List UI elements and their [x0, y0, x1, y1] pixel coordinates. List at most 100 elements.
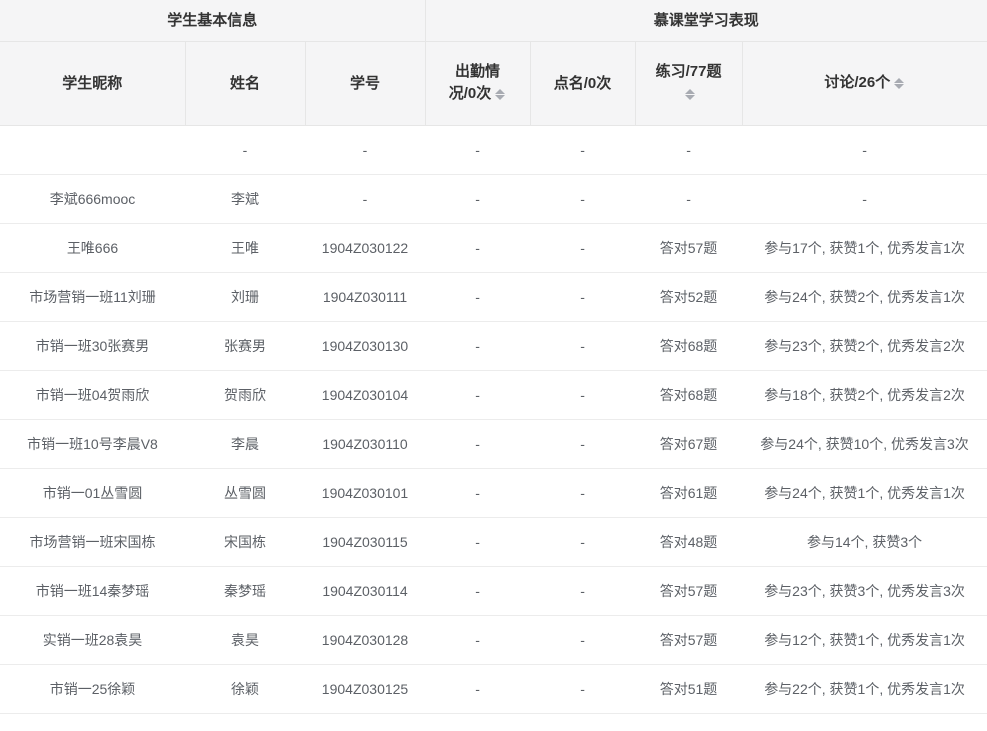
- cell-roll-call: -: [530, 175, 635, 224]
- sort-desc-icon[interactable]: [495, 95, 505, 105]
- cell-nickname: 市销一25徐颖: [0, 665, 185, 714]
- column-label: 讨论/26个: [824, 74, 890, 91]
- cell-exercise: 答对67题: [635, 420, 742, 469]
- cell-discussion: 参与14个, 获赞3个: [742, 518, 987, 567]
- table-row: 市销一25徐颖徐颖1904Z030125--答对51题参与22个, 获赞1个, …: [0, 665, 987, 714]
- cell-discussion: 参与24个, 获赞1个, 优秀发言1次: [742, 469, 987, 518]
- cell-discussion: 参与22个, 获赞1个, 优秀发言1次: [742, 665, 987, 714]
- group-header-mooc-performance: 慕课堂学习表现: [425, 0, 987, 42]
- table-header: 学生基本信息 慕课堂学习表现 学生昵称 姓名 学号 出勤情况/0次点名/0次练习/77…: [0, 0, 987, 126]
- cell-student-id: 1904Z030104: [305, 371, 425, 420]
- cell-roll-call: -: [530, 469, 635, 518]
- cell-student-id: 1904Z030110: [305, 420, 425, 469]
- column-header-row: 学生昵称 姓名 学号 出勤情况/0次点名/0次练习/77题 讨论/26个: [0, 42, 987, 126]
- cell-name: 宋国栋: [185, 518, 305, 567]
- cell-attendance: -: [425, 371, 530, 420]
- col-header-roll-call: 点名/0次: [530, 42, 635, 126]
- col-header-nickname: 学生昵称: [0, 42, 185, 126]
- cell-name: 秦梦瑶: [185, 567, 305, 616]
- table-row: 市场营销一班宋国栋宋国栋1904Z030115--答对48题参与14个, 获赞3…: [0, 518, 987, 567]
- cell-discussion: 参与24个, 获赞2个, 优秀发言1次: [742, 273, 987, 322]
- table-row: 市销一班14秦梦瑶秦梦瑶1904Z030114--答对57题参与23个, 获赞3…: [0, 567, 987, 616]
- group-header-student-info: 学生基本信息: [0, 0, 425, 42]
- cell-exercise: -: [635, 126, 742, 175]
- cell-exercise: 答对68题: [635, 322, 742, 371]
- cell-student-id: 1904Z030128: [305, 616, 425, 665]
- sort-desc-icon[interactable]: [685, 95, 695, 105]
- cell-discussion: 参与17个, 获赞1个, 优秀发言1次: [742, 224, 987, 273]
- cell-roll-call: -: [530, 322, 635, 371]
- table-row: 市销一班10号李晨V8李晨1904Z030110--答对67题参与24个, 获赞…: [0, 420, 987, 469]
- table-row: 市销一班30张赛男张赛男1904Z030130--答对68题参与23个, 获赞2…: [0, 322, 987, 371]
- sort-asc-icon[interactable]: [894, 73, 904, 83]
- col-header-student-id: 学号: [305, 42, 425, 126]
- col-header-exercise[interactable]: 练习/77题: [635, 42, 742, 126]
- cell-attendance: -: [425, 469, 530, 518]
- cell-exercise: 答对68题: [635, 371, 742, 420]
- cell-discussion: 参与23个, 获赞3个, 优秀发言3次: [742, 567, 987, 616]
- sort-caret[interactable]: [893, 73, 905, 95]
- cell-nickname: [0, 126, 185, 175]
- cell-name: 李晨: [185, 420, 305, 469]
- cell-discussion: -: [742, 126, 987, 175]
- cell-roll-call: -: [530, 273, 635, 322]
- table-row: 实销一班28袁昊袁昊1904Z030128--答对57题参与12个, 获赞1个,…: [0, 616, 987, 665]
- cell-nickname: 实销一班28袁昊: [0, 616, 185, 665]
- cell-discussion: 参与18个, 获赞2个, 优秀发言2次: [742, 371, 987, 420]
- table-row: ------: [0, 126, 987, 175]
- sort-asc-icon[interactable]: [495, 84, 505, 94]
- cell-discussion: 参与24个, 获赞10个, 优秀发言3次: [742, 420, 987, 469]
- cell-attendance: -: [425, 273, 530, 322]
- cell-exercise: 答对51题: [635, 665, 742, 714]
- cell-roll-call: -: [530, 518, 635, 567]
- cell-student-id: -: [305, 175, 425, 224]
- sort-caret[interactable]: [684, 84, 696, 106]
- cell-attendance: -: [425, 322, 530, 371]
- cell-exercise: 答对48题: [635, 518, 742, 567]
- cell-student-id: 1904Z030130: [305, 322, 425, 371]
- group-header-row: 学生基本信息 慕课堂学习表现: [0, 0, 987, 42]
- cell-nickname: 市场营销一班宋国栋: [0, 518, 185, 567]
- cell-student-id: 1904Z030111: [305, 273, 425, 322]
- cell-attendance: -: [425, 420, 530, 469]
- cell-roll-call: -: [530, 224, 635, 273]
- cell-attendance: -: [425, 175, 530, 224]
- cell-nickname: 市销一班04贺雨欣: [0, 371, 185, 420]
- sort-caret[interactable]: [494, 84, 506, 106]
- cell-student-id: 1904Z030122: [305, 224, 425, 273]
- sort-desc-icon[interactable]: [894, 84, 904, 94]
- cell-student-id: 1904Z030101: [305, 469, 425, 518]
- cell-roll-call: -: [530, 371, 635, 420]
- cell-roll-call: -: [530, 420, 635, 469]
- cell-nickname: 市销一班10号李晨V8: [0, 420, 185, 469]
- col-header-attendance[interactable]: 出勤情况/0次: [425, 42, 530, 126]
- cell-nickname: 市销一班14秦梦瑶: [0, 567, 185, 616]
- cell-student-id: 1904Z030114: [305, 567, 425, 616]
- cell-attendance: -: [425, 665, 530, 714]
- table-body: ------李斌666mooc李斌-----王唯666王唯1904Z030122…: [0, 126, 987, 714]
- table-row: 王唯666王唯1904Z030122--答对57题参与17个, 获赞1个, 优秀…: [0, 224, 987, 273]
- cell-name: 李斌: [185, 175, 305, 224]
- cell-name: -: [185, 126, 305, 175]
- column-label: 学号: [350, 75, 380, 92]
- cell-student-id: -: [305, 126, 425, 175]
- col-header-discussion[interactable]: 讨论/26个: [742, 42, 987, 126]
- cell-name: 丛雪圆: [185, 469, 305, 518]
- cell-discussion: -: [742, 175, 987, 224]
- cell-roll-call: -: [530, 126, 635, 175]
- sort-asc-icon[interactable]: [685, 84, 695, 94]
- cell-exercise: -: [635, 175, 742, 224]
- cell-attendance: -: [425, 518, 530, 567]
- cell-attendance: -: [425, 224, 530, 273]
- cell-discussion: 参与23个, 获赞2个, 优秀发言2次: [742, 322, 987, 371]
- cell-attendance: -: [425, 616, 530, 665]
- cell-exercise: 答对61题: [635, 469, 742, 518]
- cell-roll-call: -: [530, 567, 635, 616]
- cell-attendance: -: [425, 126, 530, 175]
- cell-student-id: 1904Z030115: [305, 518, 425, 567]
- cell-nickname: 市销一01丛雪圆: [0, 469, 185, 518]
- column-label: 姓名: [230, 75, 260, 92]
- cell-exercise: 答对57题: [635, 567, 742, 616]
- cell-roll-call: -: [530, 616, 635, 665]
- cell-nickname: 市场营销一班11刘珊: [0, 273, 185, 322]
